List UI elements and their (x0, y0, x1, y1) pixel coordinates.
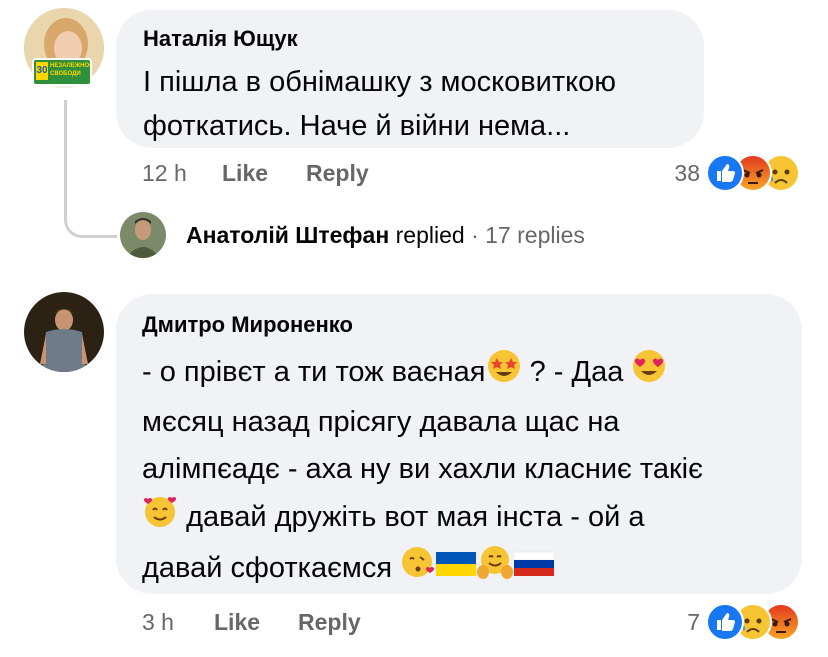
smiling-hearts-icon (142, 493, 178, 544)
comment-text-line: давай дружіть вот мая інста - ой а (186, 501, 645, 534)
badge-text: НЕЗАЛЕЖНОСТІ СВОБОДИ (50, 63, 90, 77)
avatar-photo (120, 212, 166, 258)
comment-text: - о прівєт а ти тож ваєная ? - Даа мєсяц… (142, 348, 792, 595)
comment-author[interactable]: Наталія Ющук (143, 26, 298, 52)
comment-bubble: Дмитро Мироненко - о прівєт а ти тож ває… (116, 294, 802, 594)
ukraine-flag-icon (436, 546, 477, 593)
hugging-icon (476, 544, 514, 595)
comment-bubble: Наталія Ющук І пішла в обнімашку з моско… (116, 10, 704, 148)
avatar[interactable] (120, 212, 166, 258)
badge-icon: 30 (36, 62, 48, 80)
avatar[interactable] (24, 292, 104, 372)
star-struck-icon (486, 348, 522, 399)
avatar-badge: 30 НЕЗАЛЕЖНОСТІ СВОБОДИ (32, 58, 92, 86)
reply-count[interactable]: 17 replies (485, 222, 585, 248)
comment-text-line: фоткатись. Наче й війни нема... (143, 110, 571, 142)
comment-timestamp[interactable]: 3 h (142, 609, 174, 636)
thread-connector (64, 100, 117, 238)
like-icon (706, 603, 744, 641)
comment-text-line: давай сфоткаємся (142, 552, 393, 585)
like-button[interactable]: Like (214, 609, 260, 636)
comment-text-line: І пішла в обнімашку з московиткою (143, 66, 617, 98)
reply-action: replied (395, 222, 465, 248)
reply-button[interactable]: Reply (298, 609, 361, 636)
comment-author[interactable]: Дмитро Мироненко (142, 312, 353, 338)
avatar-photo (24, 292, 104, 372)
reply-summary[interactable]: Анатолій Штефан replied · 17 replies (186, 222, 585, 249)
comment-text-line: алімпєадє - аха ну ви хахли класниє такі… (142, 453, 703, 485)
reaction-count[interactable]: 38 (640, 160, 700, 187)
comment-text-line: мєсяц назад прісягу давала щас на (142, 406, 620, 438)
kissing-heart-icon (400, 544, 436, 595)
comment-text-line: - о прівєт а ти тож ваєная (142, 356, 486, 389)
reaction-count[interactable]: 7 (640, 609, 700, 636)
russia-flag-icon (513, 546, 555, 593)
reply-separator: · (471, 222, 479, 248)
like-icon (706, 154, 744, 192)
comment-text-line: ? - Даа (529, 356, 624, 389)
reply-button[interactable]: Reply (306, 160, 369, 187)
comment-timestamp[interactable]: 12 h (142, 160, 187, 187)
reply-author[interactable]: Анатолій Штефан (186, 222, 389, 248)
like-button[interactable]: Like (222, 160, 268, 187)
comment-text: І пішла в обнімашку з московиткою фоткат… (143, 60, 703, 148)
heart-eyes-icon (631, 348, 667, 399)
